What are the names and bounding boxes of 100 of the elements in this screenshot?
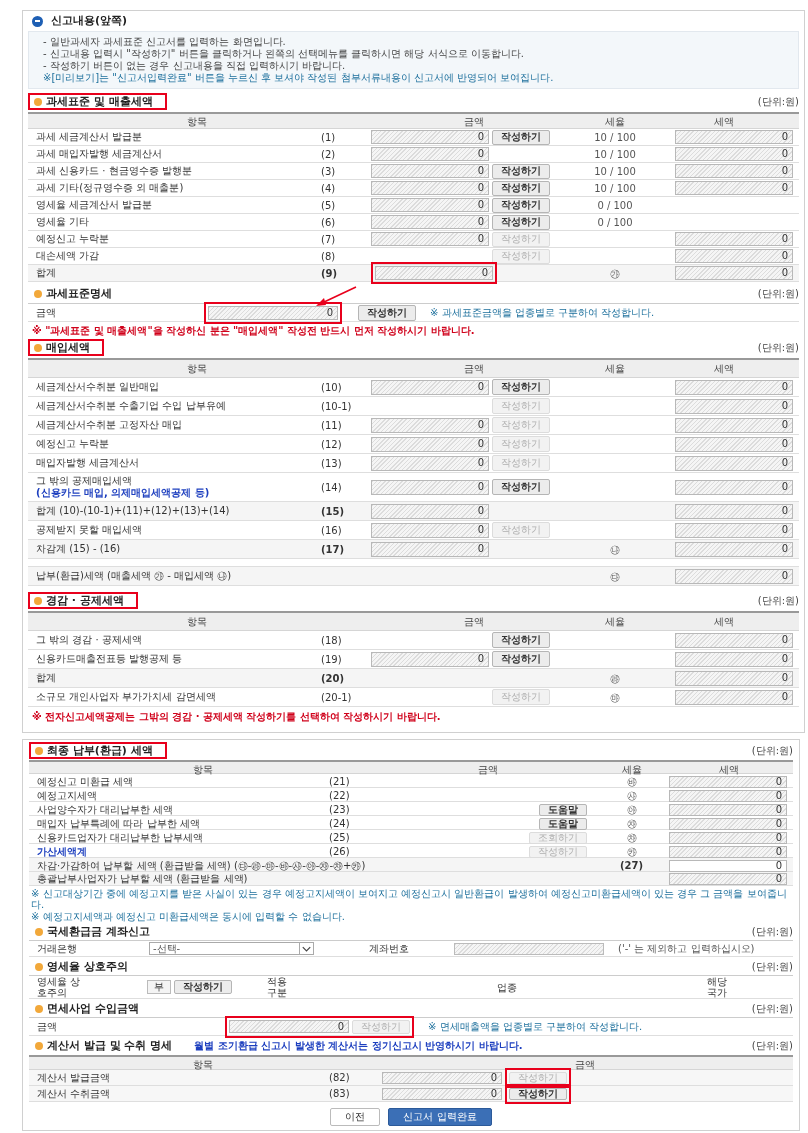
account-field[interactable] bbox=[454, 942, 604, 955]
amount-field[interactable]: 0 bbox=[371, 455, 489, 471]
column-header: 금액 bbox=[462, 615, 485, 629]
amount-field[interactable]: 0 bbox=[371, 147, 489, 161]
amount-field[interactable]: 0 bbox=[675, 417, 793, 433]
amount-field[interactable]: 0 bbox=[669, 872, 787, 885]
amount-field[interactable]: 0 bbox=[208, 305, 338, 320]
amount-field[interactable]: 0 bbox=[371, 164, 489, 178]
row-label: 예정신고 미환급 세액 bbox=[37, 775, 135, 788]
amount-field[interactable]: 0 bbox=[371, 522, 489, 538]
amount-field[interactable]: 0 bbox=[675, 503, 793, 519]
amount-field[interactable]: 0 bbox=[675, 670, 793, 686]
action-button[interactable]: 작성하기 bbox=[358, 304, 416, 321]
amount-field[interactable]: 0 bbox=[371, 130, 489, 144]
unit-label: (단위:원) bbox=[751, 1040, 793, 1053]
row-label: 과세 기타(정규영수증 외 매출분) bbox=[36, 182, 185, 194]
row-label: 사업양수자가 대리납부한 세액 bbox=[37, 803, 175, 816]
amount-field[interactable]: 0 bbox=[675, 479, 793, 495]
row-label: 금액 bbox=[35, 306, 57, 320]
amount-field[interactable]: 0 bbox=[371, 232, 489, 246]
column-header: 항목 bbox=[186, 615, 208, 629]
action-button[interactable]: 작성하기 bbox=[492, 180, 550, 196]
amount-field[interactable]: 0 bbox=[371, 417, 489, 433]
row-number: (82) bbox=[329, 1071, 351, 1085]
row-number: (14) bbox=[321, 480, 342, 495]
amount-field[interactable]: 0 bbox=[675, 164, 793, 178]
info-note: ※ 면세매출액을 업종별로 구분하여 작성합니다. bbox=[428, 1020, 643, 1034]
row-label: 총괄납부사업자가 납부할 세액 (환급받을 세액) bbox=[37, 872, 249, 885]
amount-field[interactable]: 0 bbox=[669, 789, 787, 802]
amount-field[interactable]: 0 bbox=[675, 689, 793, 705]
amount-field[interactable]: 0 bbox=[371, 503, 489, 519]
row-number: (10-1) bbox=[321, 399, 352, 414]
row-number: (20-1) bbox=[321, 690, 352, 705]
column-header: 세율 bbox=[604, 615, 626, 629]
amount-field[interactable]: 0 bbox=[675, 379, 793, 395]
amount-field[interactable]: 0 bbox=[675, 568, 793, 584]
rate-text: ㉮ bbox=[610, 266, 620, 281]
form-button[interactable]: 이전 bbox=[330, 1108, 381, 1126]
amount-field[interactable]: 0 bbox=[675, 181, 793, 195]
amount-field[interactable]: 0 bbox=[371, 479, 489, 495]
row-label: 차감·가감하여 납부할 세액 (환급받을 세액) (㉰-㉱-㉲-㉳-㉴-㉵-㉶-㉷+㉸) bbox=[37, 859, 367, 872]
section-title: 계산서 발급 및 수취 명세 bbox=[47, 1039, 173, 1052]
bullet-icon bbox=[34, 289, 42, 298]
amount-field[interactable]: 0 bbox=[669, 817, 787, 830]
amount-field[interactable]: 0 bbox=[669, 845, 787, 858]
row-number: (5) bbox=[321, 198, 336, 213]
action-button[interactable]: 작성하기 bbox=[492, 129, 550, 145]
amount-field[interactable]: 0 bbox=[669, 859, 787, 872]
action-button[interactable]: 작성하기 bbox=[492, 379, 550, 395]
action-button[interactable]: 작성하기 bbox=[492, 214, 550, 230]
amount-field[interactable]: 0 bbox=[669, 775, 787, 788]
amount-field[interactable]: 0 bbox=[675, 522, 793, 538]
amount-field[interactable]: 0 bbox=[375, 266, 493, 280]
amount-field[interactable]: 0 bbox=[675, 632, 793, 648]
amount-field[interactable]: 0 bbox=[675, 266, 793, 280]
action-button[interactable]: 도움말 bbox=[539, 817, 587, 830]
column-header: 세율 bbox=[620, 763, 643, 777]
bank-select[interactable]: -선택- bbox=[149, 942, 314, 955]
amount-field[interactable]: 0 bbox=[675, 232, 793, 246]
action-button[interactable]: 작성하기 bbox=[492, 197, 550, 213]
amount-field[interactable]: 0 bbox=[669, 831, 787, 844]
row-number: (15) bbox=[321, 504, 345, 519]
action-button[interactable]: 작성하기 bbox=[174, 980, 232, 994]
amount-field[interactable]: 0 bbox=[675, 398, 793, 414]
amount-field[interactable]: 0 bbox=[675, 436, 793, 452]
section-title: 면세사업 수입금액 bbox=[47, 1002, 139, 1015]
amount-field[interactable]: 0 bbox=[675, 147, 793, 161]
action-button[interactable]: 도움말 bbox=[539, 803, 587, 816]
action-button[interactable]: 작성하기 bbox=[492, 651, 550, 667]
action-button[interactable]: 작성하기 bbox=[492, 632, 550, 648]
toggle-box[interactable]: 부 bbox=[147, 980, 171, 994]
amount-field[interactable]: 0 bbox=[371, 198, 489, 212]
amount-field[interactable]: 0 bbox=[371, 181, 489, 195]
amount-field[interactable]: 0 bbox=[675, 130, 793, 144]
action-button[interactable]: 작성하기 bbox=[492, 163, 550, 179]
row-number: (26) bbox=[329, 845, 350, 859]
amount-field[interactable]: 0 bbox=[371, 541, 489, 557]
amount-field[interactable]: 0 bbox=[371, 651, 489, 667]
form-button[interactable]: 신고서 입력완료 bbox=[388, 1108, 492, 1126]
rate-text: 0 / 100 bbox=[597, 215, 633, 230]
amount-field[interactable]: 0 bbox=[382, 1071, 502, 1084]
amount-field[interactable]: 0 bbox=[371, 215, 489, 229]
row-number: (23) bbox=[329, 803, 350, 817]
amount-field[interactable]: 0 bbox=[675, 541, 793, 557]
amount-field[interactable]: 0 bbox=[382, 1087, 502, 1100]
amount-field[interactable]: 0 bbox=[669, 803, 787, 816]
amount-field[interactable]: 0 bbox=[675, 455, 793, 471]
unit-label: (단위:원) bbox=[751, 961, 793, 974]
action-button[interactable]: 작성하기 bbox=[492, 479, 550, 495]
notice-text: ※[미리보기]는 "신고서입력완료" 버튼을 누르신 후 보셔야 작성된 첨부서류내용이 신고서에 반영되어 보여집니다. bbox=[43, 72, 555, 84]
amount-field[interactable]: 0 bbox=[675, 249, 793, 263]
amount-field[interactable]: 0 bbox=[371, 436, 489, 452]
rate-text: ㉯ bbox=[610, 542, 620, 557]
amount-field[interactable]: 0 bbox=[675, 651, 793, 667]
row-label: 계산서 발급금액 bbox=[36, 1071, 112, 1085]
row-number: (4) bbox=[321, 181, 336, 196]
section-title: 매입세액 bbox=[46, 341, 90, 354]
amount-field[interactable]: 0 bbox=[371, 379, 489, 395]
amount-field[interactable]: 0 bbox=[229, 1020, 349, 1033]
row-label: 금액 bbox=[36, 1020, 58, 1034]
